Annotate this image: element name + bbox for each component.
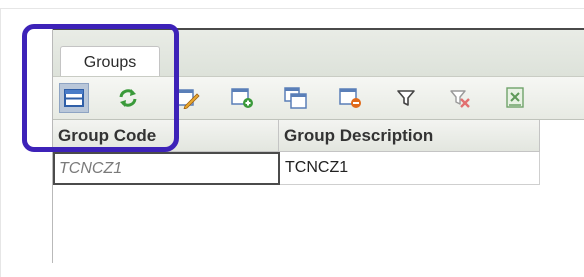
delete-record-button[interactable]	[336, 83, 366, 113]
refresh-button[interactable]	[113, 83, 143, 113]
export-excel-button[interactable]	[501, 83, 531, 113]
edit-record-icon	[176, 89, 200, 109]
group-code-cell[interactable]: TCNCZ1	[53, 152, 280, 185]
edit-record-button[interactable]	[173, 83, 203, 113]
refresh-icon	[119, 89, 137, 107]
group-description-cell[interactable]: TCNCZ1	[280, 152, 540, 185]
clear-filter-icon	[450, 90, 470, 108]
filter-icon	[397, 90, 415, 106]
tab-groups[interactable]: Groups	[60, 46, 160, 78]
copy-record-icon	[284, 87, 307, 109]
toolbar	[53, 76, 584, 120]
delete-record-icon	[339, 88, 361, 108]
copy-record-button[interactable]	[281, 83, 311, 113]
column-header-group-description[interactable]: Group Description	[279, 120, 540, 152]
new-record-icon	[231, 88, 253, 108]
filter-button[interactable]	[391, 83, 421, 113]
form-view-button[interactable]	[59, 83, 89, 113]
new-record-button[interactable]	[228, 83, 258, 113]
clear-filter-button[interactable]	[445, 83, 475, 113]
export-excel-icon	[506, 87, 524, 108]
left-divider	[0, 8, 1, 277]
top-divider	[0, 8, 584, 9]
column-header-group-code[interactable]: Group Code	[53, 120, 279, 152]
tab-strip: Groups	[53, 30, 584, 78]
form-view-icon	[64, 89, 84, 107]
groups-panel: Groups Group Code Group Description TCNC…	[52, 28, 584, 263]
